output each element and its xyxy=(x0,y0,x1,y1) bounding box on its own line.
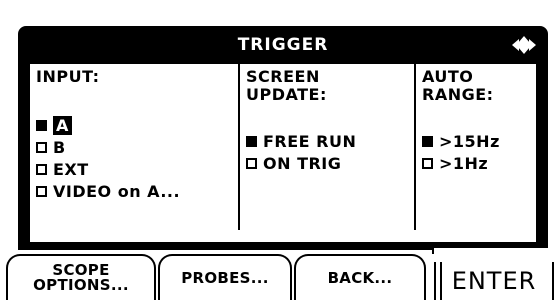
enter-button[interactable]: ENTER xyxy=(434,262,554,300)
input-option-label: VIDEO on A... xyxy=(53,181,181,201)
screen-update-option-on-trig[interactable]: ON TRIG xyxy=(246,152,414,174)
screen-update-option-label: ON TRIG xyxy=(263,153,342,173)
auto-range-heading-line1: AUTO xyxy=(422,67,474,86)
auto-range-heading: AUTO RANGE: xyxy=(422,68,536,104)
radio-selected-icon xyxy=(246,135,257,147)
scope-options-button[interactable]: SCOPE OPTIONS... xyxy=(6,254,156,300)
input-option-label: B xyxy=(53,137,66,157)
screen-update-option-label: FREE RUN xyxy=(263,131,357,151)
screen-update-column: SCREEN UPDATE: FREE RUN ON TRIG xyxy=(240,64,416,230)
screen-update-heading: SCREEN UPDATE: xyxy=(246,68,414,104)
trigger-menu: TRIGGER INPUT: A B EXT VIDEO on A... SCR… xyxy=(18,26,548,248)
softkey-bar: SCOPE OPTIONS... PROBES... BACK... ENTER xyxy=(2,248,558,303)
scope-options-label-line2: OPTIONS... xyxy=(33,276,129,294)
input-option-b[interactable]: B xyxy=(36,136,238,158)
auto-range-heading-line2: RANGE: xyxy=(422,85,494,104)
radio-selected-icon xyxy=(36,119,47,131)
radio-unselected-icon xyxy=(36,163,47,175)
auto-range-option-15hz[interactable]: >15Hz xyxy=(422,130,536,152)
input-option-ext[interactable]: EXT xyxy=(36,158,238,180)
input-column: INPUT: A B EXT VIDEO on A... xyxy=(30,64,240,230)
input-option-label: EXT xyxy=(53,159,89,179)
menu-title: TRIGGER xyxy=(237,35,329,55)
screen-update-option-free-run[interactable]: FREE RUN xyxy=(246,130,414,152)
auto-range-option-label: >15Hz xyxy=(439,131,500,151)
radio-unselected-icon xyxy=(36,185,47,197)
input-option-a[interactable]: A xyxy=(36,114,238,136)
screen-update-heading-line1: SCREEN xyxy=(246,67,320,86)
input-option-label: A xyxy=(53,115,72,135)
screen-update-heading-line2: UPDATE: xyxy=(246,85,327,104)
radio-selected-icon xyxy=(422,135,433,147)
back-label: BACK... xyxy=(327,268,393,287)
back-button[interactable]: BACK... xyxy=(294,254,426,300)
auto-range-option-label: >1Hz xyxy=(439,153,489,173)
auto-range-option-1hz[interactable]: >1Hz xyxy=(422,152,536,174)
probes-button[interactable]: PROBES... xyxy=(158,254,292,300)
radio-unselected-icon xyxy=(36,141,47,153)
enter-label: ENTER xyxy=(451,267,537,295)
input-option-video[interactable]: VIDEO on A... xyxy=(36,180,238,202)
up-down-arrows-icon[interactable] xyxy=(510,34,538,56)
menu-body: INPUT: A B EXT VIDEO on A... SCREEN UPDA… xyxy=(30,64,536,242)
scope-screen: TRIGGER INPUT: A B EXT VIDEO on A... SCR… xyxy=(2,2,558,303)
probes-label: PROBES... xyxy=(181,268,269,287)
auto-range-column: AUTO RANGE: >15Hz >1Hz xyxy=(416,64,536,230)
input-heading: INPUT: xyxy=(36,67,100,86)
radio-unselected-icon xyxy=(246,157,257,169)
radio-unselected-icon xyxy=(422,157,433,169)
